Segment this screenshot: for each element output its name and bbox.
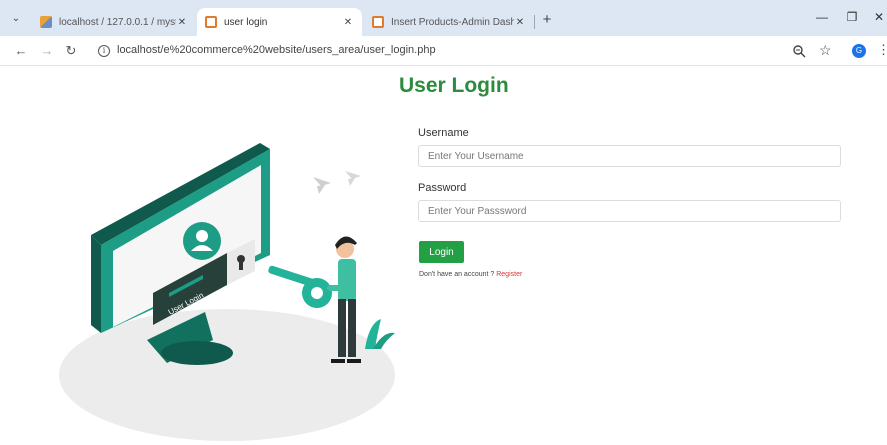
username-input[interactable] [418, 145, 841, 167]
reload-icon[interactable]: ↻ [63, 43, 79, 59]
menu-dots-icon[interactable]: ⋮ [877, 42, 887, 58]
zoom-icon[interactable] [792, 44, 806, 58]
register-link[interactable]: Register [496, 271, 522, 278]
tab-insert-products[interactable]: Insert Products-Admin Dashbo ✕ [364, 8, 534, 36]
tab-title: localhost / 127.0.0.1 / mystore / [59, 16, 176, 28]
tab-title: user login [224, 16, 268, 28]
tab-title: Insert Products-Admin Dashbo [391, 16, 514, 28]
close-tab-icon[interactable]: ✕ [342, 17, 354, 28]
browser-toolbar: ← → ↻ i localhost/e%20commerce%20website… [0, 36, 887, 66]
browser-tab-strip: ⌄ localhost / 127.0.0.1 / mystore / ✕ us… [0, 0, 887, 36]
page-title: User Login [399, 74, 509, 97]
page-favicon-icon [372, 16, 384, 28]
login-illustration: User Login [59, 143, 395, 441]
bookmark-star-icon[interactable]: ☆ [819, 42, 832, 59]
new-tab-button[interactable]: + [538, 11, 556, 29]
tab-separator [534, 15, 535, 29]
forward-icon[interactable]: → [39, 43, 55, 59]
close-tab-icon[interactable]: ✕ [176, 17, 188, 28]
close-window-icon[interactable]: ✕ [869, 10, 887, 24]
profile-avatar[interactable]: G [852, 44, 866, 58]
password-input[interactable] [418, 200, 841, 222]
tab-search-icon[interactable]: ⌄ [9, 12, 23, 26]
username-label: Username [418, 127, 469, 139]
close-tab-icon[interactable]: ✕ [514, 17, 526, 28]
signup-text: Don't have an account ? [419, 271, 495, 278]
minimize-icon[interactable]: — [812, 10, 832, 24]
tab-phpmyadmin[interactable]: localhost / 127.0.0.1 / mystore / ✕ [32, 8, 196, 36]
url-text[interactable]: localhost/e%20commerce%20website/users_a… [117, 44, 436, 56]
password-label: Password [418, 182, 467, 194]
site-info-icon[interactable]: i [98, 45, 110, 57]
tab-user-login[interactable]: user login ✕ [197, 8, 362, 36]
phpmyadmin-favicon-icon [40, 16, 52, 28]
restore-icon[interactable]: ❐ [842, 10, 862, 24]
page-favicon-icon [205, 16, 217, 28]
back-icon[interactable]: ← [13, 43, 29, 59]
login-button[interactable]: Login [419, 241, 464, 263]
address-bar[interactable]: i localhost/e%20commerce%20website/users… [88, 39, 848, 63]
signup-prompt: Don't have an account ? Register [419, 271, 522, 278]
